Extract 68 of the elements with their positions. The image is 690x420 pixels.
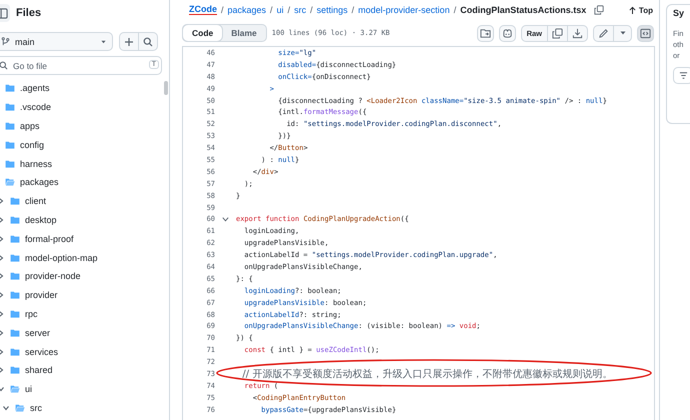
caret-icon [620, 31, 626, 35]
tree-item[interactable]: model-option-map [0, 248, 169, 267]
tree-item[interactable]: harness [0, 154, 169, 173]
tree-item[interactable]: provider-node [0, 266, 169, 286]
tree-item[interactable]: formal-proof [0, 229, 169, 248]
tree-item[interactable]: .vscode [0, 98, 169, 117]
download-icon [572, 28, 583, 38]
search-icon [143, 36, 153, 46]
breadcrumb-link[interactable]: packages [228, 5, 266, 15]
filter-button[interactable] [673, 67, 690, 84]
tree-item[interactable]: rpc [0, 304, 169, 324]
breadcrumb-link[interactable]: src [294, 5, 306, 15]
open-folder-icon [15, 404, 25, 412]
arrow-up-icon [628, 6, 636, 14]
path-separator: / [310, 5, 313, 15]
panel-title: Sy [673, 8, 686, 18]
path-separator: / [270, 5, 273, 15]
copilot-button[interactable] [498, 24, 516, 42]
tree-item[interactable]: services [0, 342, 169, 361]
tree-item[interactable]: shared [0, 360, 169, 380]
tree-item[interactable]: .agents [0, 79, 169, 98]
tree-item[interactable]: client [0, 192, 169, 211]
caret-icon [101, 40, 106, 44]
path-separator: / [288, 5, 290, 15]
folder-arrow-icon [480, 28, 491, 38]
sidebar-title: Files [16, 7, 42, 19]
code-panel-icon [640, 28, 651, 38]
search-icon [0, 61, 8, 70]
folder-icon [5, 140, 15, 149]
folder-icon [10, 234, 20, 243]
breadcrumb-link[interactable]: ZCode [189, 4, 217, 16]
tree-item[interactable]: server [0, 323, 169, 342]
open-folder-icon [10, 385, 20, 394]
tree-item[interactable]: src [0, 398, 169, 418]
branch-icon [1, 37, 10, 46]
tree-item[interactable]: packages [0, 172, 169, 192]
folder-icon [5, 84, 15, 92]
view-tab[interactable]: Code [183, 25, 222, 41]
path-separator: / [454, 5, 456, 15]
code-line: // 开源版不享受额度活动权益，升级入口只展示操作，不附带优惠徽标或规则说明。 [241, 368, 612, 381]
view-tab[interactable]: Blame [222, 25, 266, 41]
pencil-icon [598, 28, 609, 38]
breadcrumb-link[interactable]: model-provider-section [358, 5, 450, 15]
top-link[interactable]: Top [628, 6, 653, 14]
symbols-panel-button[interactable] [637, 24, 654, 42]
filter-icon [678, 71, 688, 80]
scrollbar-thumb[interactable] [164, 81, 168, 95]
tree-item[interactable]: apps [0, 116, 169, 136]
plus-icon [124, 36, 134, 46]
robot-face-icon [502, 28, 513, 38]
path-separator: / [221, 5, 224, 15]
path-separator: / [352, 5, 354, 15]
folder-icon [5, 160, 15, 168]
folder-icon [10, 328, 20, 337]
tree-item[interactable]: provider [0, 286, 169, 305]
tree-item[interactable]: ui [0, 380, 169, 399]
file-name: CodingPlanStatusActions.tsx [460, 5, 586, 15]
breadcrumb-link[interactable]: settings [316, 5, 348, 15]
copy-icon [552, 28, 563, 38]
breadcrumb-link[interactable]: ui [276, 5, 284, 15]
open-folder-icon [5, 178, 15, 186]
folder-icon-button[interactable] [476, 24, 494, 42]
branch-name: main [15, 36, 36, 46]
fold-chevron-icon[interactable] [222, 216, 229, 222]
tree-item[interactable]: desktop [0, 210, 169, 230]
branch-select[interactable]: main [0, 32, 113, 51]
tree-item[interactable]: config [0, 135, 169, 154]
copy-icon[interactable] [594, 5, 604, 15]
